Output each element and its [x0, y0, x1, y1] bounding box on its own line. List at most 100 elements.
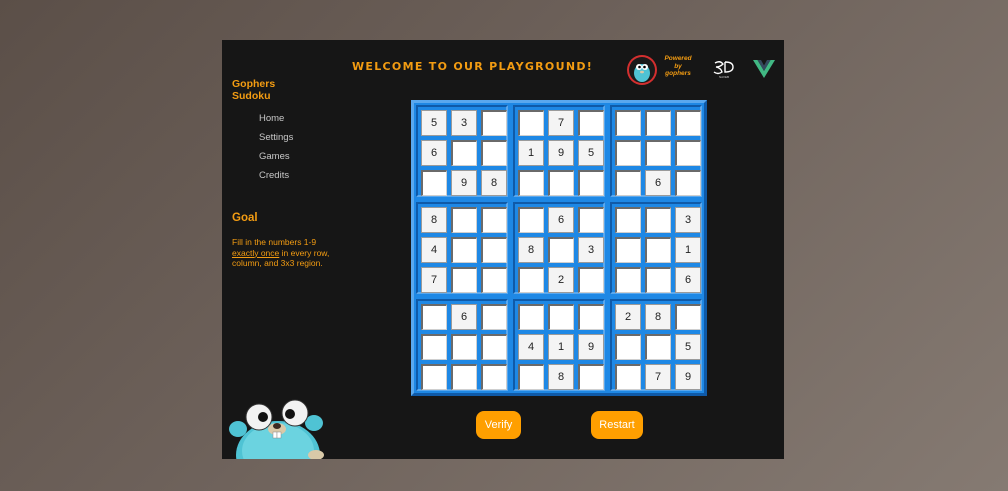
sudoku-input-cell[interactable]: [481, 267, 507, 293]
sudoku-given-cell: 8: [518, 237, 544, 263]
sudoku-given-cell: 1: [518, 140, 544, 166]
sudoku-region: 53698: [416, 105, 508, 197]
sudoku-input-cell[interactable]: [578, 110, 604, 136]
sudoku-given-cell: 8: [421, 207, 447, 233]
sudoku-input-cell[interactable]: [645, 207, 671, 233]
sudoku-input-cell[interactable]: [518, 207, 544, 233]
sudoku-region: 4198: [513, 299, 605, 391]
sudoku-input-cell[interactable]: [615, 237, 641, 263]
sudoku-board: 536987195684768323166419828579: [411, 100, 707, 396]
sidebar-nav: Home Settings Games Credits: [259, 113, 293, 189]
sudoku-region: 6: [610, 105, 702, 197]
sudoku-input-cell[interactable]: [675, 140, 701, 166]
nav-item-home[interactable]: Home: [259, 113, 293, 132]
page-title: WELCOME TO OUR PLAYGROUND!: [352, 60, 594, 73]
sudoku-input-cell[interactable]: [451, 267, 477, 293]
sudoku-given-cell: 5: [578, 140, 604, 166]
sudoku-given-cell: 5: [421, 110, 447, 136]
logo-3d-icon: NAVEB: [713, 61, 734, 79]
logo-caption: NAVEB: [719, 75, 729, 79]
sudoku-input-cell[interactable]: [578, 304, 604, 330]
sudoku-input-cell[interactable]: [451, 237, 477, 263]
sudoku-given-cell: 8: [548, 364, 574, 390]
sudoku-given-cell: 3: [578, 237, 604, 263]
powered-by-text: Powered by gophers: [657, 55, 699, 78]
sudoku-input-cell[interactable]: [578, 207, 604, 233]
sudoku-input-cell[interactable]: [518, 110, 544, 136]
sidebar: Gophers Sudoku Home Settings Games Credi…: [222, 40, 352, 459]
sudoku-input-cell[interactable]: [615, 207, 641, 233]
sudoku-given-cell: 9: [548, 140, 574, 166]
sudoku-input-cell[interactable]: [481, 140, 507, 166]
sudoku-input-cell[interactable]: [481, 304, 507, 330]
sudoku-input-cell[interactable]: [675, 110, 701, 136]
sudoku-input-cell[interactable]: [578, 364, 604, 390]
sudoku-given-cell: 9: [451, 170, 477, 196]
sudoku-input-cell[interactable]: [548, 237, 574, 263]
sudoku-input-cell[interactable]: [615, 140, 641, 166]
sudoku-input-cell[interactable]: [645, 267, 671, 293]
sudoku-input-cell[interactable]: [481, 364, 507, 390]
sudoku-input-cell[interactable]: [645, 110, 671, 136]
sudoku-input-cell[interactable]: [518, 304, 544, 330]
sudoku-given-cell: 4: [421, 237, 447, 263]
sudoku-region: 28579: [610, 299, 702, 391]
sudoku-given-cell: 6: [548, 207, 574, 233]
sudoku-given-cell: 9: [675, 364, 701, 390]
sudoku-input-cell[interactable]: [645, 334, 671, 360]
sudoku-input-cell[interactable]: [548, 304, 574, 330]
sudoku-input-cell[interactable]: [615, 110, 641, 136]
sudoku-given-cell: 3: [675, 207, 701, 233]
sudoku-input-cell[interactable]: [421, 170, 447, 196]
goal-heading: Goal: [232, 212, 258, 224]
sudoku-input-cell[interactable]: [481, 207, 507, 233]
sudoku-region: 3 1 6: [610, 202, 702, 294]
app-window: Gophers Sudoku Home Settings Games Credi…: [222, 40, 784, 459]
sudoku-input-cell[interactable]: [548, 170, 574, 196]
sudoku-given-cell: 8: [645, 304, 671, 330]
sudoku-input-cell[interactable]: [421, 334, 447, 360]
sudoku-input-cell[interactable]: [615, 170, 641, 196]
vue-logo-icon: [753, 60, 775, 78]
sudoku-input-cell[interactable]: [481, 237, 507, 263]
sudoku-input-cell[interactable]: [578, 170, 604, 196]
sudoku-input-cell[interactable]: [615, 334, 641, 360]
sudoku-input-cell[interactable]: [481, 110, 507, 136]
sudoku-given-cell: 7: [645, 364, 671, 390]
sudoku-given-cell: 5: [675, 334, 701, 360]
sudoku-input-cell[interactable]: [615, 364, 641, 390]
verify-button[interactable]: Verify: [476, 411, 521, 439]
goal-text-start: Fill in the numbers 1-9: [232, 237, 317, 247]
sudoku-input-cell[interactable]: [451, 207, 477, 233]
sudoku-input-cell[interactable]: [451, 364, 477, 390]
sudoku-given-cell: 1: [675, 237, 701, 263]
sudoku-input-cell[interactable]: [451, 140, 477, 166]
sudoku-input-cell[interactable]: [518, 170, 544, 196]
nav-item-credits[interactable]: Credits: [259, 170, 293, 189]
sudoku-input-cell[interactable]: [481, 334, 507, 360]
restart-button[interactable]: Restart: [591, 411, 643, 439]
sudoku-input-cell[interactable]: [578, 267, 604, 293]
sudoku-input-cell[interactable]: [421, 364, 447, 390]
sudoku-given-cell: 7: [421, 267, 447, 293]
sudoku-input-cell[interactable]: [451, 334, 477, 360]
nav-item-games[interactable]: Games: [259, 151, 293, 170]
powered-line-3: gophers: [665, 70, 691, 77]
sudoku-input-cell[interactable]: [615, 267, 641, 293]
sudoku-input-cell[interactable]: [675, 170, 701, 196]
sudoku-input-cell[interactable]: [645, 140, 671, 166]
sudoku-given-cell: 6: [675, 267, 701, 293]
sudoku-input-cell[interactable]: [645, 237, 671, 263]
sudoku-given-cell: 8: [481, 170, 507, 196]
sudoku-given-cell: 6: [421, 140, 447, 166]
sudoku-input-cell[interactable]: [518, 267, 544, 293]
sudoku-given-cell: 1: [548, 334, 574, 360]
nav-item-settings[interactable]: Settings: [259, 132, 293, 151]
sudoku-input-cell[interactable]: [421, 304, 447, 330]
goal-text-emphasis: exactly once: [232, 247, 280, 258]
sudoku-input-cell[interactable]: [675, 304, 701, 330]
sudoku-given-cell: 4: [518, 334, 544, 360]
powered-line-2: by: [674, 62, 682, 70]
sudoku-region: 6: [416, 299, 508, 391]
sudoku-input-cell[interactable]: [518, 364, 544, 390]
